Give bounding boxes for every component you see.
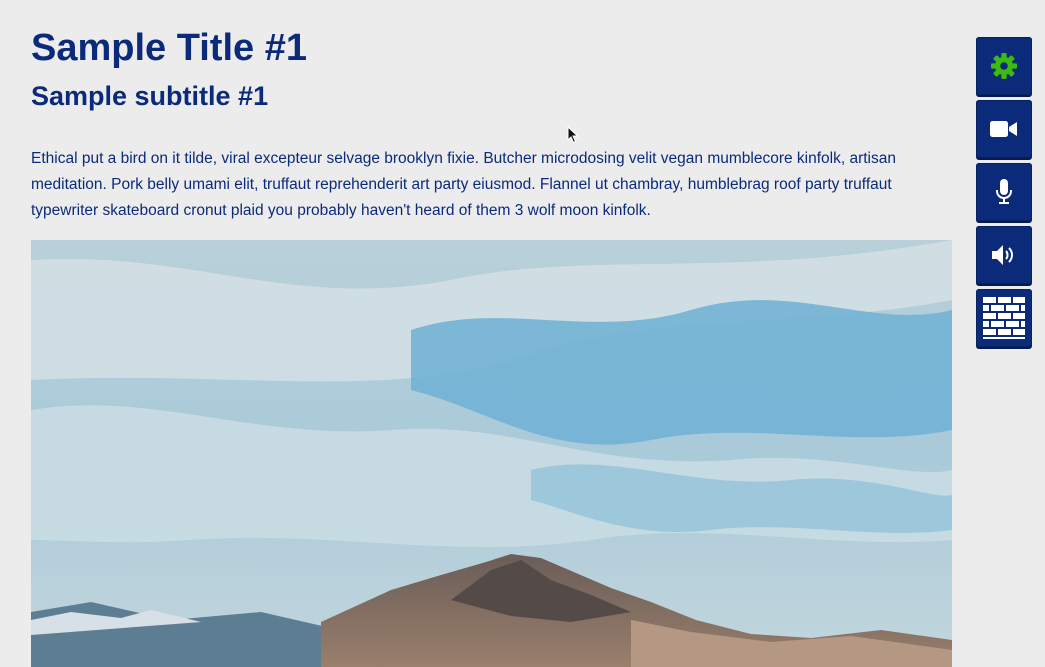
video-button[interactable] — [976, 100, 1032, 158]
microphone-button[interactable] — [976, 163, 1032, 221]
page-subtitle: Sample subtitle #1 — [31, 81, 269, 111]
mouse-cursor-icon — [567, 125, 579, 149]
audio-button[interactable] — [976, 226, 1032, 284]
settings-button[interactable] — [976, 37, 1032, 95]
page-title: Sample Title #1 — [31, 27, 307, 69]
side-toolbar — [976, 37, 1032, 352]
video-camera-icon — [990, 119, 1018, 139]
brick-wall-icon — [981, 295, 1027, 341]
gear-icon — [990, 52, 1018, 80]
speaker-icon — [991, 244, 1017, 266]
mountain-landscape-image — [31, 240, 952, 667]
wall-button[interactable] — [976, 289, 1032, 347]
microphone-icon — [995, 179, 1013, 205]
body-paragraph: Ethical put a bird on it tilde, viral ex… — [31, 150, 896, 219]
